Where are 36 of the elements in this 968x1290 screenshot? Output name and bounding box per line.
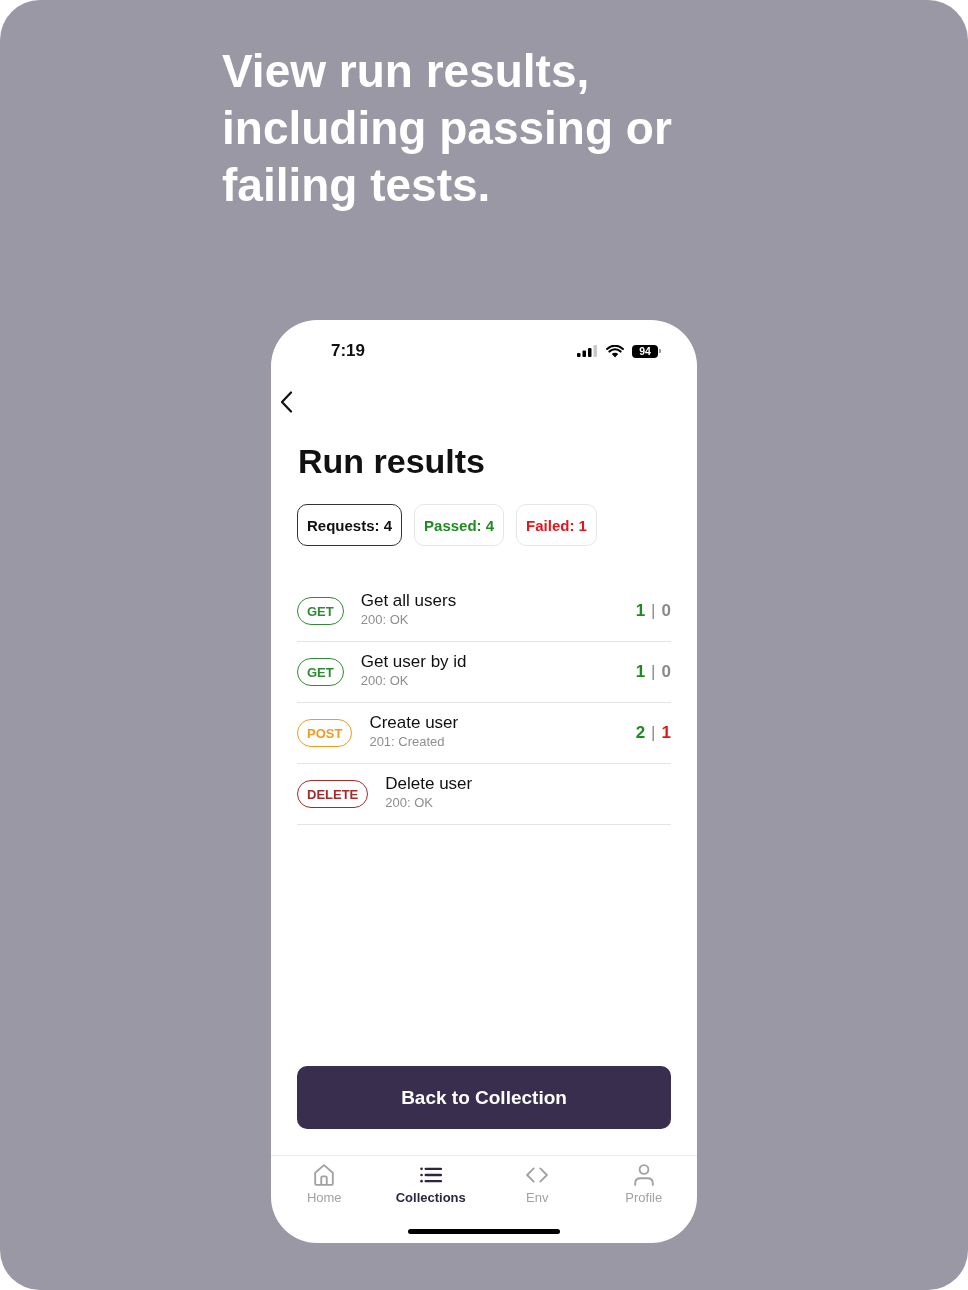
response-status: 200: OK [385, 793, 434, 811]
tab-bar-item[interactable]: Collections [377, 1164, 484, 1206]
summary-filter-chip[interactable]: Failed: 1 [516, 504, 597, 546]
tab-bar-item[interactable]: Home [271, 1164, 378, 1206]
battery-indicator: 94 [632, 344, 661, 358]
response-status: 200: OK [360, 610, 410, 628]
response-status: 200: OK [360, 671, 410, 689]
back-to-collection-button[interactable]: Back to Collection [297, 1066, 671, 1129]
response-status: 201: Created [369, 732, 446, 750]
summary-filter-chip[interactable]: Requests: 4 [297, 504, 403, 546]
code-icon [526, 1164, 549, 1186]
wifi-icon [606, 344, 624, 358]
count-separator: | [651, 723, 656, 743]
failed-count: 0 [661, 601, 671, 621]
failed-count: 1 [661, 723, 671, 743]
request-name: Get all users [360, 590, 458, 611]
passed-count: 1 [635, 662, 646, 682]
failed-count: 0 [661, 662, 671, 682]
person-icon [632, 1164, 655, 1186]
count-separator: | [651, 601, 656, 621]
request-name: Delete user [385, 773, 474, 794]
headline: View run results, including passing or failing tests. [222, 44, 673, 213]
request-name: Get user by id [360, 651, 468, 672]
passed-count: 2 [635, 723, 646, 743]
summary-filter-chip[interactable]: Passed: 4 [414, 504, 505, 546]
tab-bar-item[interactable]: Profile [590, 1164, 697, 1206]
passed-count: 1 [635, 601, 646, 621]
home-icon [313, 1164, 336, 1186]
page-title: Run results [298, 441, 487, 481]
status-time: 7:19 [331, 341, 366, 361]
request-name: Create user [369, 712, 460, 733]
signal-icon [577, 345, 598, 357]
count-separator: | [651, 662, 656, 682]
back-button[interactable] [280, 391, 293, 413]
chevron-left-icon [280, 391, 293, 413]
tab-bar-item[interactable]: Env [484, 1164, 591, 1206]
